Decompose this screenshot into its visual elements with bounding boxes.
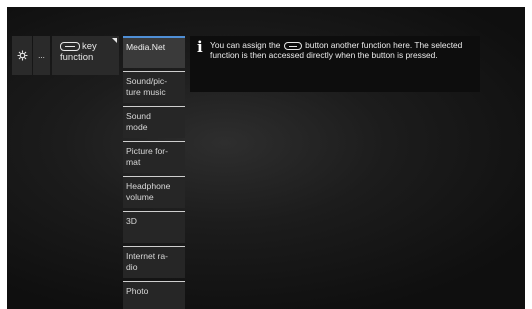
menu-item-label: dio <box>126 261 138 272</box>
menu-item-label: 3D <box>126 216 137 226</box>
menu-item-label: mat <box>126 156 141 167</box>
menu-item-label: Media.Net <box>126 42 166 52</box>
function-menu: Media.Net Sound/pic-ture music Sound mode Pi… <box>123 36 185 309</box>
remote-button-icon <box>60 41 80 51</box>
tv-menu-screen: ... key function Media.Net Sound/pic-ture… <box>7 7 525 309</box>
menu-item-label: volume <box>126 191 154 202</box>
remote-button-icon <box>283 41 302 50</box>
menu-item[interactable]: Internet ra-dio <box>123 246 185 278</box>
menu-item-label: Sound/pic- <box>126 76 168 86</box>
gear-icon <box>17 50 27 61</box>
menu-item-label: Picture for- <box>126 146 169 156</box>
key-function-crumb[interactable]: key function <box>52 36 119 75</box>
menu-item-label: Headphone <box>126 181 171 191</box>
menu-item[interactable]: Media.Net <box>123 36 185 68</box>
info-icon: i <box>197 38 203 56</box>
menu-item-label: Sound <box>126 111 151 121</box>
menu-item[interactable]: Sound/pic-ture music <box>123 71 185 103</box>
menu-item[interactable]: 3D <box>123 211 185 243</box>
menu-item-label: ture music <box>126 86 166 97</box>
key-function-label-1: key <box>82 41 97 52</box>
menu-item[interactable]: Sound mode <box>123 106 185 138</box>
menu-item-label: Photo <box>126 286 149 296</box>
key-function-label-2: function <box>60 52 94 63</box>
menu-item[interactable]: Headphone volume <box>123 176 185 208</box>
corner-marker-icon <box>112 38 117 43</box>
menu-item-label: mode <box>126 121 148 132</box>
more-crumb[interactable]: ... <box>33 36 50 75</box>
info-text-before: You can assign the <box>210 40 281 50</box>
settings-crumb[interactable] <box>12 36 32 75</box>
menu-item-label: Internet ra- <box>126 251 169 261</box>
more-label: ... <box>38 51 45 60</box>
menu-item[interactable]: Picture for-mat <box>123 141 185 173</box>
info-panel: i You can assign the button another func… <box>190 36 480 92</box>
menu-item[interactable]: Photo <box>123 281 185 309</box>
